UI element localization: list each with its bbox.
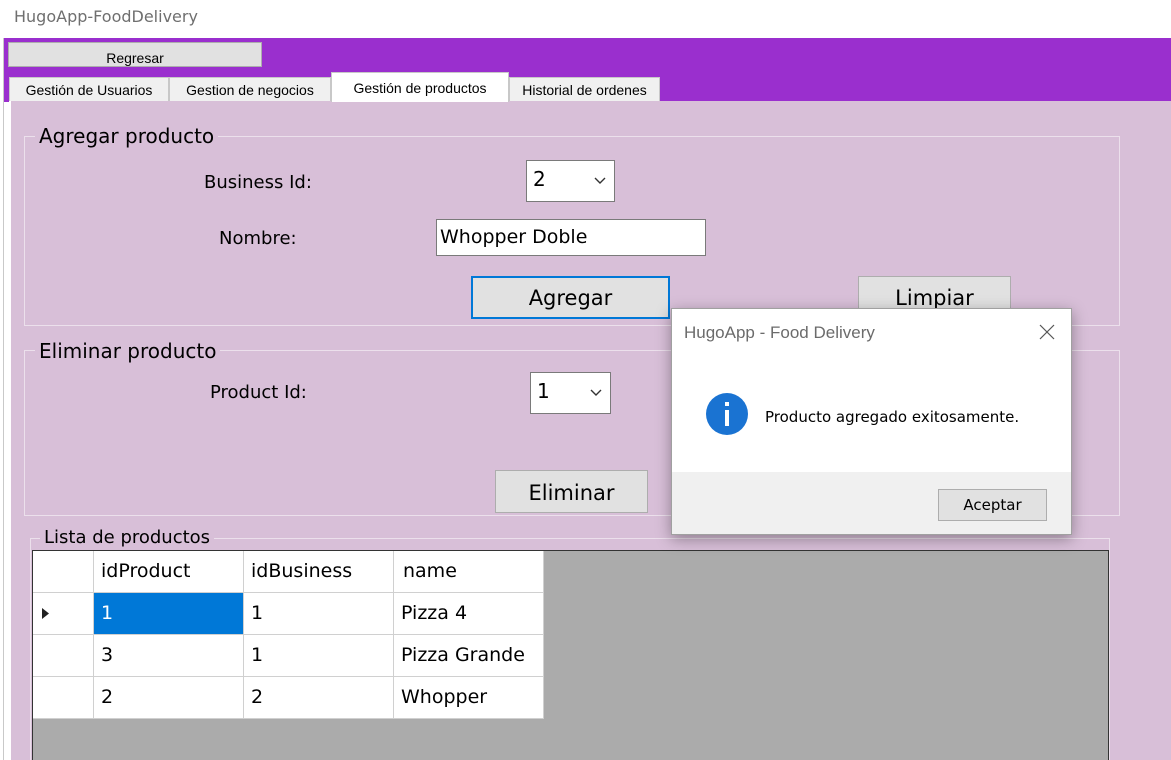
window-left-edge — [0, 38, 4, 760]
table-cell[interactable]: 3 — [94, 635, 244, 677]
add-product-legend: Agregar producto — [35, 124, 219, 148]
table-cell[interactable]: Whopper — [394, 677, 544, 719]
table-cell[interactable]: Pizza 4 — [394, 593, 544, 635]
name-label: Nombre: — [219, 228, 297, 249]
chevron-down-icon — [590, 389, 602, 396]
table-cell[interactable]: 1 — [244, 635, 394, 677]
row-header-current[interactable] — [33, 593, 94, 635]
product-name-input[interactable]: Whopper Doble — [436, 219, 706, 256]
product-id-label: Product Id: — [210, 382, 307, 403]
chevron-down-icon — [594, 177, 606, 184]
row-header[interactable] — [33, 635, 94, 677]
column-header-name[interactable]: name — [394, 551, 544, 593]
table-cell[interactable]: 1 — [244, 593, 394, 635]
ok-button[interactable]: Aceptar — [938, 489, 1047, 521]
back-button[interactable]: Regresar — [8, 42, 262, 67]
business-id-label: Business Id: — [204, 172, 312, 193]
column-header-idproduct[interactable]: idProduct — [94, 551, 244, 593]
dialog-title: HugoApp - Food Delivery — [684, 323, 875, 342]
row-header[interactable] — [33, 677, 94, 719]
product-id-select[interactable]: 1 — [530, 372, 611, 414]
table-cell[interactable]: 2 — [94, 677, 244, 719]
products-grid[interactable]: idProduct idBusiness name 1 1 Pizza 4 3 … — [32, 550, 1109, 760]
product-list-legend: Lista de productos — [40, 527, 215, 548]
dialog-message: Producto agregado exitosamente. — [765, 408, 1020, 426]
delete-button[interactable]: Eliminar — [495, 470, 648, 513]
grid-corner-header — [33, 551, 94, 593]
tab-product-management[interactable]: Gestión de productos — [331, 72, 509, 102]
column-header-idbusiness[interactable]: idBusiness — [244, 551, 394, 593]
add-button[interactable]: Agregar — [471, 276, 670, 319]
business-id-value: 2 — [533, 167, 546, 191]
product-id-value: 1 — [537, 379, 550, 403]
row-pointer-icon — [42, 608, 49, 619]
business-id-select[interactable]: 2 — [526, 160, 615, 202]
close-icon[interactable] — [1036, 321, 1058, 343]
tab-user-management[interactable]: Gestión de Usuarios — [9, 77, 169, 101]
window-title: HugoApp-FoodDelivery — [0, 0, 1171, 38]
table-cell[interactable]: 1 — [94, 593, 244, 635]
info-icon — [706, 393, 748, 435]
message-dialog[interactable]: HugoApp - Food Delivery Producto agregad… — [671, 308, 1072, 535]
tab-business-management[interactable]: Gestion de negocios — [169, 77, 331, 101]
table-cell[interactable]: 2 — [244, 677, 394, 719]
delete-product-legend: Eliminar producto — [35, 339, 221, 363]
table-cell[interactable]: Pizza Grande — [394, 635, 544, 677]
tab-order-history[interactable]: Historial de ordenes — [509, 77, 660, 101]
